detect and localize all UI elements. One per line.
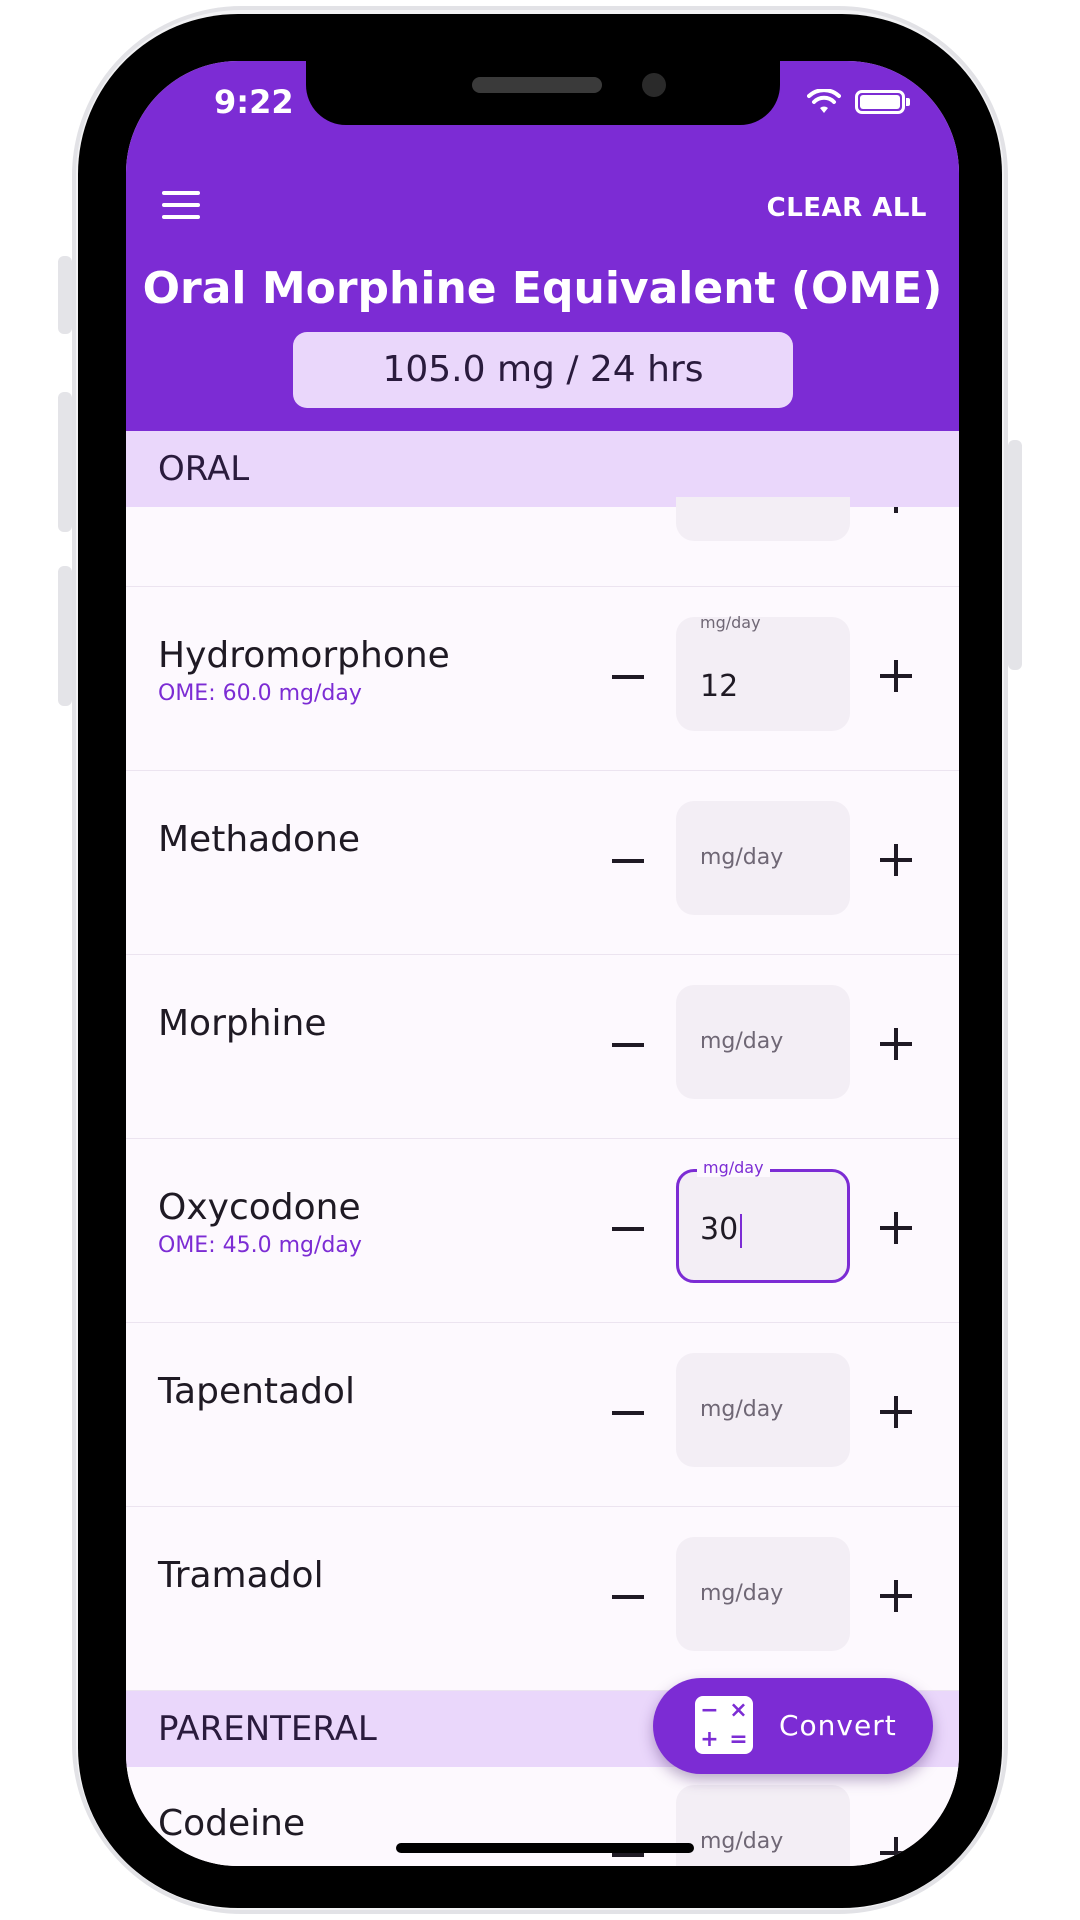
status-icons <box>807 89 910 115</box>
dose-input[interactable]: mg/day 12 <box>676 613 850 731</box>
increment-button[interactable] <box>880 1212 912 1244</box>
power-button <box>1008 440 1022 670</box>
drug-name: Tramadol <box>158 1555 324 1596</box>
ome-total-display: 105.0 mg / 24 hrs <box>293 332 793 408</box>
dose-input[interactable]: mg/day <box>676 801 850 915</box>
hamburger-menu-icon[interactable] <box>162 191 200 219</box>
increment-button[interactable] <box>880 660 912 692</box>
clear-all-button[interactable]: CLEAR ALL <box>767 193 927 223</box>
mute-switch <box>58 256 72 334</box>
drug-row-hydromorphone: Hydromorphone OME: 60.0 mg/day mg/day 12 <box>126 587 959 771</box>
calculator-icon: − × + = <box>695 1696 753 1754</box>
drug-row-morphine: Morphine mg/day <box>126 955 959 1139</box>
decrement-button[interactable] <box>612 1043 644 1047</box>
drug-name: Codeine <box>158 1803 306 1844</box>
section-header-oral: ORAL <box>126 431 959 507</box>
drug-name: Morphine <box>158 1003 327 1044</box>
front-camera <box>642 73 666 97</box>
dose-input-value: 12 <box>700 669 739 704</box>
page-title: Oral Morphine Equivalent (OME) <box>142 263 943 314</box>
drug-name: Methadone <box>158 819 361 860</box>
app-screen: 9:22 CLEAR ALL Oral Morphine Equivalent … <box>126 61 959 1866</box>
decrement-button[interactable] <box>612 675 644 679</box>
speaker <box>472 77 602 93</box>
partial-row-strip <box>126 497 959 587</box>
decrement-button[interactable] <box>612 1227 644 1231</box>
decrement-button[interactable] <box>612 859 644 863</box>
partial-plus-icon <box>894 507 898 513</box>
dose-input-label: mg/day <box>697 1158 770 1177</box>
drug-ome: OME: 45.0 mg/day <box>158 1233 362 1258</box>
drug-name: Tapentadol <box>158 1371 355 1412</box>
dose-input[interactable]: mg/day <box>676 1537 850 1651</box>
dose-input[interactable]: mg/day <box>676 1785 850 1866</box>
top-app-bar: 9:22 CLEAR ALL Oral Morphine Equivalent … <box>126 61 959 431</box>
dose-input-value: 30 <box>700 1212 743 1248</box>
decrement-button[interactable] <box>612 1595 644 1599</box>
drug-name: Hydromorphone <box>158 635 450 676</box>
increment-button[interactable] <box>880 1580 912 1612</box>
partial-field <box>676 497 850 541</box>
decrement-button[interactable] <box>612 1411 644 1415</box>
drug-ome: OME: 60.0 mg/day <box>158 681 362 706</box>
decrement-button[interactable] <box>612 1853 644 1857</box>
text-caret <box>740 1213 743 1248</box>
dose-input[interactable]: mg/day <box>676 1353 850 1467</box>
status-time: 9:22 <box>214 83 294 121</box>
increment-button[interactable] <box>880 1837 912 1866</box>
convert-button[interactable]: − × + = Convert <box>653 1678 933 1774</box>
dose-input[interactable]: mg/day <box>676 985 850 1099</box>
drug-row-oxycodone: Oxycodone OME: 45.0 mg/day mg/day 30 <box>126 1139 959 1323</box>
wifi-icon <box>807 89 841 113</box>
volume-down-button <box>58 566 72 706</box>
increment-button[interactable] <box>880 1028 912 1060</box>
convert-button-label: Convert <box>779 1709 897 1742</box>
battery-icon <box>855 90 910 114</box>
drug-row-tramadol: Tramadol mg/day <box>126 1507 959 1691</box>
drug-row-methadone: Methadone mg/day <box>126 771 959 955</box>
dose-input-label: mg/day <box>700 613 761 632</box>
dose-input[interactable]: mg/day 30 <box>676 1158 850 1283</box>
drug-name: Oxycodone <box>158 1187 361 1228</box>
notch <box>306 61 780 125</box>
increment-button[interactable] <box>880 844 912 876</box>
increment-button[interactable] <box>880 1396 912 1428</box>
home-indicator[interactable] <box>396 1843 694 1853</box>
volume-up-button <box>58 392 72 532</box>
drug-row-tapentadol: Tapentadol mg/day <box>126 1323 959 1507</box>
